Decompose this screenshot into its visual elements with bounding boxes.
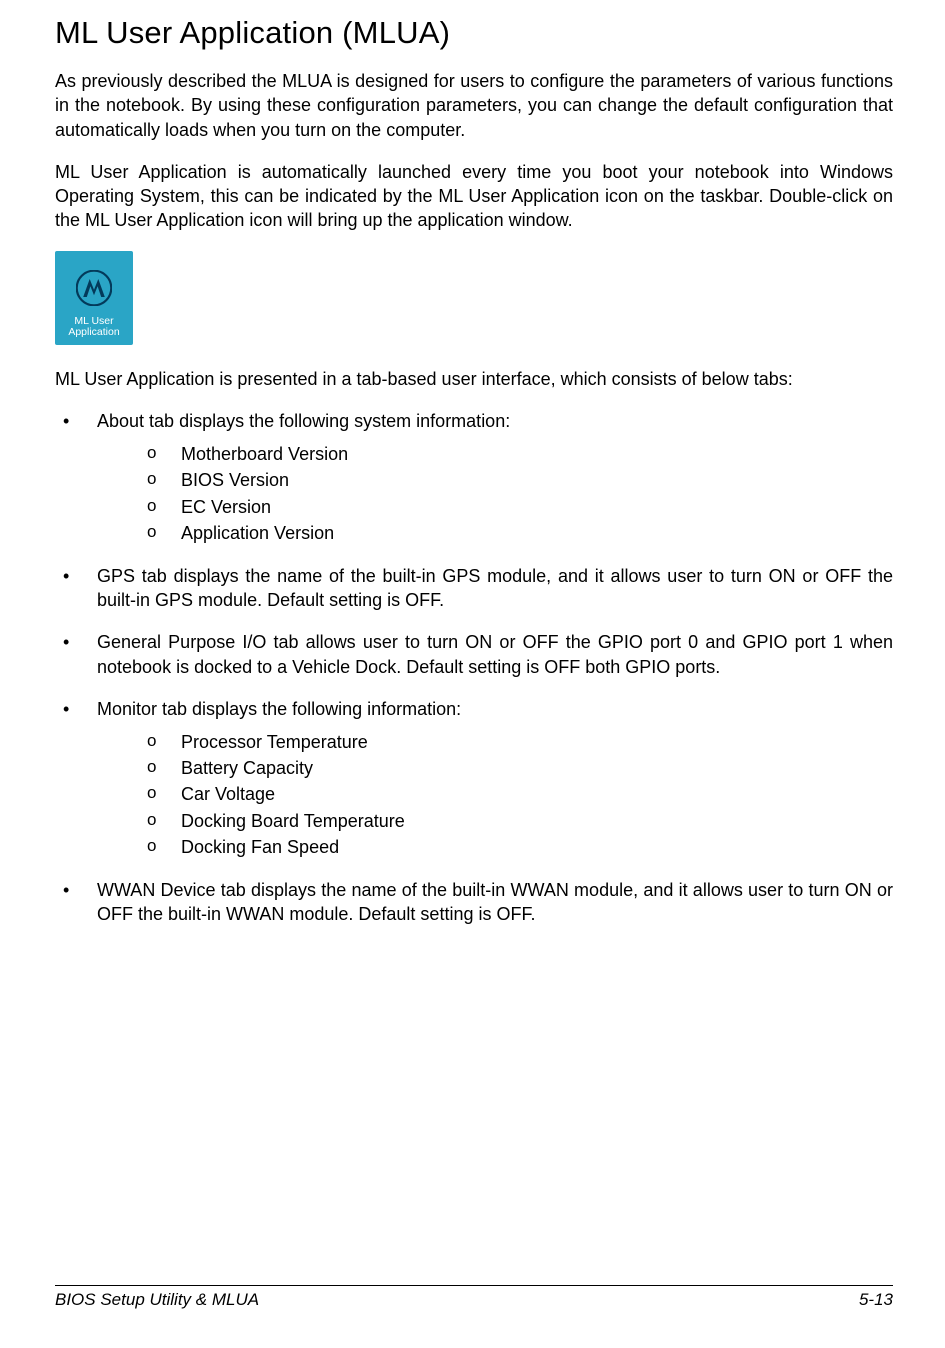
icon-label-line1: ML User [74, 315, 113, 327]
sublist-item: Application Version [147, 520, 893, 546]
list-item: General Purpose I/O tab allows user to t… [55, 630, 893, 679]
sublist-item: Docking Fan Speed [147, 834, 893, 860]
ml-user-application-icon: ML User Application [55, 251, 133, 345]
sublist: Motherboard Version BIOS Version EC Vers… [97, 441, 893, 545]
page-footer: BIOS Setup Utility & MLUA 5-13 [55, 1285, 893, 1310]
sublist: Processor Temperature Battery Capacity C… [97, 729, 893, 859]
footer-section-title: BIOS Setup Utility & MLUA [55, 1290, 259, 1310]
list-item: GPS tab displays the name of the built-i… [55, 564, 893, 613]
list-item-text: General Purpose I/O tab allows user to t… [97, 632, 893, 676]
intro-paragraph-2: ML User Application is automatically lau… [55, 160, 893, 233]
list-item: Monitor tab displays the following infor… [55, 697, 893, 860]
sublist-item: EC Version [147, 494, 893, 520]
sublist-item: Car Voltage [147, 781, 893, 807]
footer-page-number: 5-13 [859, 1290, 893, 1310]
icon-label: ML User Application [68, 316, 119, 339]
intro-paragraph-1: As previously described the MLUA is desi… [55, 69, 893, 142]
list-item-text: About tab displays the following system … [97, 411, 510, 431]
sublist-item: BIOS Version [147, 467, 893, 493]
page-title: ML User Application (MLUA) [55, 15, 893, 51]
intro-paragraph-3: ML User Application is presented in a ta… [55, 367, 893, 391]
icon-label-line2: Application [68, 326, 119, 338]
list-item-text: GPS tab displays the name of the built-i… [97, 566, 893, 610]
motorola-logo-icon [76, 270, 112, 306]
list-item: About tab displays the following system … [55, 409, 893, 546]
sublist-item: Motherboard Version [147, 441, 893, 467]
sublist-item: Processor Temperature [147, 729, 893, 755]
list-item: WWAN Device tab displays the name of the… [55, 878, 893, 927]
list-item-text: WWAN Device tab displays the name of the… [97, 880, 893, 924]
sublist-item: Docking Board Temperature [147, 808, 893, 834]
list-item-text: Monitor tab displays the following infor… [97, 699, 461, 719]
tabs-list: About tab displays the following system … [55, 409, 893, 926]
sublist-item: Battery Capacity [147, 755, 893, 781]
